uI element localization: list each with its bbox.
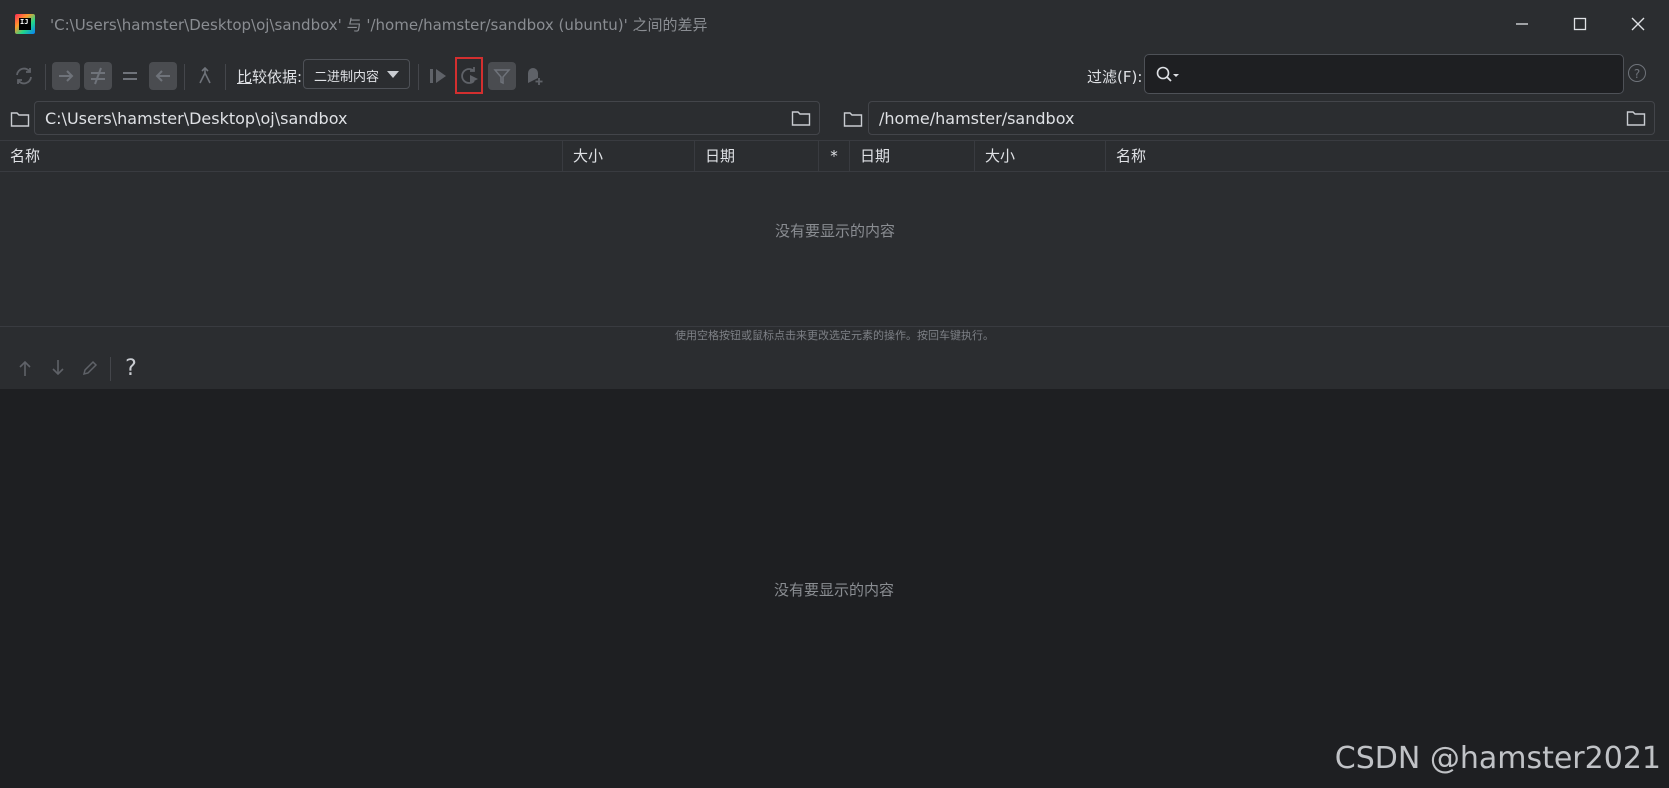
- compare-by-label-text: 较依据:: [252, 68, 303, 86]
- toolbar: 比较依据: 二进制内容 过滤(F): ?: [0, 48, 1669, 100]
- arrow-down-icon: [52, 360, 64, 376]
- app-logo-icon: IJ: [15, 14, 35, 34]
- pencil-icon: [82, 360, 98, 376]
- chevron-down-icon: [387, 71, 399, 78]
- diff-toolbar: ?: [0, 345, 1669, 389]
- hint-text: 使用空格按钮或鼠标点击来更改选定元素的操作。按回车键执行。: [0, 327, 1669, 345]
- minimize-icon: [1516, 23, 1528, 25]
- search-icon[interactable]: [1155, 65, 1181, 85]
- minimize-button[interactable]: [1494, 0, 1550, 48]
- left-path-field[interactable]: C:\Users\hamster\Desktop\oj\sandbox: [34, 101, 820, 135]
- window-title: 'C:\Users\hamster\Desktop\oj\sandbox' 与 …: [50, 16, 708, 34]
- filter-input[interactable]: [1144, 54, 1624, 94]
- equal-icon: [123, 72, 137, 80]
- arrow-left-icon: [155, 70, 170, 82]
- compare-by-label: 比较依据:: [237, 66, 302, 87]
- highlight-annotation: [455, 57, 483, 94]
- left-path-value: C:\Users\hamster\Desktop\oj\sandbox: [45, 109, 348, 128]
- table-empty-message: 没有要显示的内容: [775, 222, 896, 240]
- help-button[interactable]: ?: [1628, 64, 1646, 82]
- compare-by-value: 二进制内容: [314, 70, 380, 85]
- path-bar: C:\Users\hamster\Desktop\oj\sandbox /hom…: [0, 100, 1669, 140]
- column-right-date[interactable]: 日期: [850, 141, 975, 171]
- toolbar-separator: [45, 64, 46, 90]
- filter-button[interactable]: [488, 62, 516, 90]
- column-right-name[interactable]: 名称: [1106, 141, 1669, 171]
- arrow-up-icon: [19, 360, 31, 376]
- maximize-button[interactable]: [1552, 0, 1608, 48]
- toolbar-separator: [225, 64, 226, 90]
- arrow-right-icon: [59, 70, 74, 82]
- add-root-button[interactable]: [520, 62, 548, 90]
- funnel-icon: [493, 69, 511, 85]
- toolbar-separator: [418, 64, 419, 90]
- edit-source-button[interactable]: [77, 355, 103, 381]
- filter-label: 过滤(F):: [1087, 68, 1143, 86]
- watermark-text: CSDN @hamster2021: [1334, 741, 1661, 776]
- merge-button[interactable]: [191, 62, 219, 90]
- column-left-size[interactable]: 大小: [563, 141, 695, 171]
- close-icon: [1631, 17, 1645, 31]
- toolbar-separator: [110, 357, 111, 381]
- right-path-field[interactable]: /home/hamster/sandbox: [868, 101, 1655, 135]
- folder-icon: [10, 112, 30, 127]
- synchronize-button[interactable]: [424, 62, 452, 90]
- title-bar: IJ 'C:\Users\hamster\Desktop\oj\sandbox'…: [0, 0, 1669, 48]
- show-equal-button[interactable]: [116, 62, 144, 90]
- column-left-date[interactable]: 日期: [695, 141, 819, 171]
- merge-up-icon: [199, 67, 211, 84]
- diff-empty-message: 没有要显示的内容: [774, 581, 895, 599]
- folder-icon: [843, 112, 863, 127]
- table-header: 名称 大小 日期 * 日期 大小 名称: [0, 140, 1669, 172]
- column-right-size[interactable]: 大小: [975, 141, 1106, 171]
- copy-right-button[interactable]: [52, 62, 80, 90]
- compare-by-mnemonic: 比: [237, 68, 253, 86]
- app-logo-text: IJ: [19, 18, 31, 30]
- previous-difference-button[interactable]: [12, 355, 38, 381]
- show-different-button[interactable]: [84, 62, 112, 90]
- column-diff[interactable]: *: [819, 141, 850, 171]
- play-sync-icon: [430, 69, 446, 83]
- refresh-button[interactable]: [10, 62, 38, 90]
- add-folder-icon: [528, 68, 543, 85]
- next-difference-button[interactable]: [45, 355, 71, 381]
- close-button[interactable]: [1610, 0, 1666, 48]
- maximize-icon: [1573, 17, 1587, 31]
- compare-by-dropdown[interactable]: 二进制内容: [303, 59, 410, 89]
- right-path-value: /home/hamster/sandbox: [879, 109, 1075, 128]
- file-table[interactable]: 没有要显示的内容: [0, 172, 1669, 327]
- browse-folder-icon[interactable]: [1626, 109, 1646, 127]
- not-equal-icon: [91, 67, 105, 85]
- toolbar-separator: [184, 64, 185, 90]
- diff-content-panel[interactable]: 没有要显示的内容: [0, 389, 1669, 788]
- column-left-name[interactable]: 名称: [0, 141, 563, 171]
- browse-folder-icon[interactable]: [791, 109, 811, 127]
- copy-left-button[interactable]: [149, 62, 177, 90]
- refresh-icon: [16, 67, 32, 85]
- diff-help-button[interactable]: ?: [118, 355, 144, 381]
